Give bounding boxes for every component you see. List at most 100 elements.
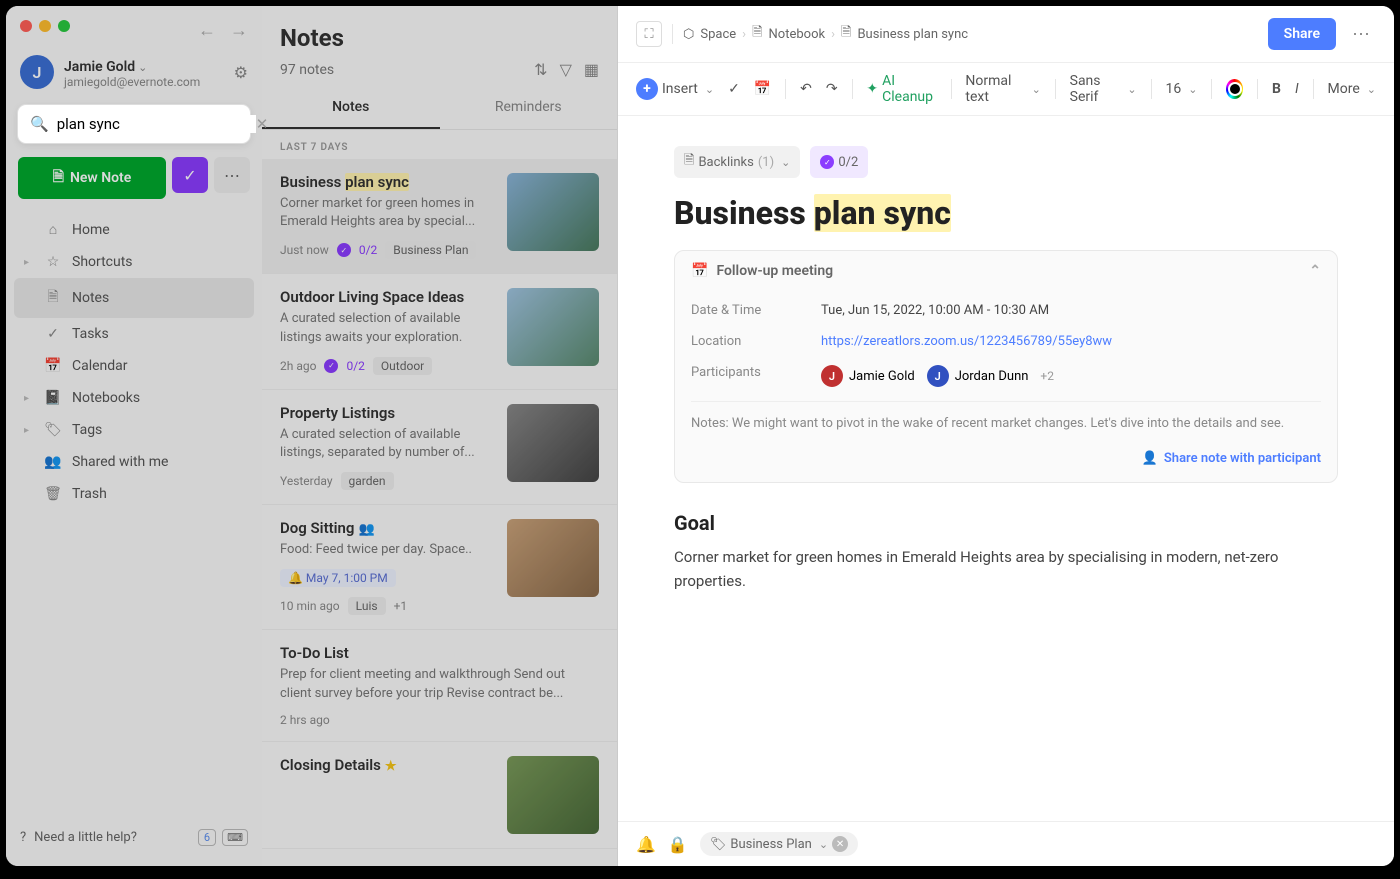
nav-back-icon[interactable]: ← <box>198 20 216 41</box>
bell-add-icon[interactable]: 🔔 <box>636 835 656 854</box>
gear-icon[interactable]: ⚙ <box>234 63 248 82</box>
sort-icon[interactable]: ⇅ <box>534 60 547 79</box>
sidebar-item-shortcuts[interactable]: ▸☆Shortcuts <box>14 246 254 278</box>
font-select[interactable]: Sans Serif ⌄ <box>1070 73 1137 105</box>
sidebar-item-shared-with-me[interactable]: 👥Shared with me <box>14 446 254 478</box>
note-title[interactable]: Business plan sync <box>674 194 1338 232</box>
help-badge: 6 <box>198 829 216 846</box>
new-note-button[interactable]: 🗎New Note <box>18 157 166 199</box>
note-icon: 🗎 <box>841 23 851 45</box>
date-label: Date & Time <box>691 303 821 318</box>
color-picker[interactable] <box>1226 79 1243 99</box>
user-name: Jamie Gold <box>64 59 135 75</box>
crumb-notebook[interactable]: Notebook <box>769 27 826 42</box>
participant[interactable]: JJordan Dunn <box>927 365 1029 387</box>
clear-icon[interactable]: ✕ <box>256 115 269 133</box>
help-link[interactable]: ? Need a little help? 6 ⌨ <box>6 819 262 856</box>
participants-label: Participants <box>691 365 821 387</box>
crumb-space[interactable]: Space <box>700 27 736 42</box>
size-select[interactable]: 16 ⌄ <box>1165 81 1197 97</box>
tag-chip[interactable]: 🏷 Business Plan ⌄ ✕ <box>700 832 858 856</box>
editor-footer: 🔔 🔒 🏷 Business Plan ⌄ ✕ <box>618 821 1394 866</box>
share-button[interactable]: Share <box>1268 18 1336 50</box>
more-button[interactable]: ⋯ <box>214 157 250 193</box>
cube-icon: ⬡ <box>683 27 694 42</box>
lock-add-icon[interactable]: 🔒 <box>668 835 688 854</box>
sidebar-item-notebooks[interactable]: ▸📓Notebooks <box>14 382 254 414</box>
bold-button[interactable]: B <box>1272 81 1281 97</box>
italic-button[interactable]: I <box>1295 81 1299 97</box>
avatar: J <box>20 55 54 89</box>
note-item[interactable]: To-Do ListPrep for client meeting and wa… <box>262 630 617 741</box>
meeting-notes: Notes: We might want to pivot in the wak… <box>691 401 1321 437</box>
note-item[interactable]: Closing Details★ <box>262 742 617 849</box>
note-item[interactable]: Property ListingsA curated selection of … <box>262 390 617 505</box>
remove-tag-icon[interactable]: ✕ <box>832 836 848 852</box>
tab-reminders[interactable]: Reminders <box>440 87 618 129</box>
note-plus-icon: 🗎 <box>53 166 64 190</box>
location-label: Location <box>691 334 821 349</box>
editor: ⛶ ⬡Space› 🗎Notebook› 🗎Business plan sync… <box>618 6 1394 866</box>
filter-icon[interactable]: ▽ <box>560 60 572 79</box>
task-icon[interactable]: ✓ <box>728 81 740 97</box>
calendar-icon[interactable]: 📅 <box>754 81 771 97</box>
sidebar-item-trash[interactable]: 🗑Trash <box>14 478 254 510</box>
close-window[interactable] <box>20 20 32 32</box>
sidebar-menu: ⌂Home▸☆Shortcuts🗎Notes✓Tasks📅Calendar▸📓N… <box>6 207 262 516</box>
meeting-card: 📅 Follow-up meeting ⌃ Date & TimeTue, Jun … <box>674 250 1338 483</box>
toolbar: +Insert ⌄ ✓ 📅 ↶ ↷ ✦ AI Cleanup Normal te… <box>618 63 1394 116</box>
sidebar-item-calendar[interactable]: 📅Calendar <box>14 350 254 382</box>
person-add-icon: 👤 <box>1142 451 1158 466</box>
date-value: Tue, Jun 15, 2022, 10:00 AM - 10:30 AM <box>821 303 1049 318</box>
window-controls: ← → <box>6 16 262 41</box>
sidebar-item-notes[interactable]: 🗎Notes <box>14 278 254 318</box>
tab-notes[interactable]: Notes <box>262 87 440 129</box>
participant[interactable]: JJamie Gold <box>821 365 915 387</box>
collapse-icon[interactable]: ⌃ <box>1309 263 1321 279</box>
calendar-small-icon: 📅 <box>691 263 708 279</box>
redo-icon[interactable]: ↷ <box>826 81 838 97</box>
participants-more[interactable]: +2 <box>1040 369 1054 383</box>
undo-icon[interactable]: ↶ <box>800 81 812 97</box>
note-item[interactable]: Dog Sitting👥Food: Feed twice per day. Sp… <box>262 505 617 630</box>
notebook-icon: 🗎 <box>752 23 762 45</box>
more-format-button[interactable]: More ⌄ <box>1328 81 1376 97</box>
sidebar-item-tags[interactable]: ▸🏷Tags <box>14 414 254 446</box>
search-box[interactable]: 🔍 ✕ <box>18 105 250 143</box>
more-menu-icon[interactable]: ⋯ <box>1346 24 1376 45</box>
task-quick-button[interactable]: ✓ <box>172 157 208 193</box>
task-chip[interactable]: ✓ 0/2 <box>810 146 868 178</box>
breadcrumb: ⬡Space› 🗎Notebook› 🗎Business plan sync <box>683 23 968 45</box>
note-item[interactable]: Business plan syncCorner market for gree… <box>262 159 617 274</box>
goal-text[interactable]: Corner market for green homes in Emerald… <box>674 545 1338 593</box>
nav-forward-icon[interactable]: → <box>230 20 248 41</box>
maximize-window[interactable] <box>58 20 70 32</box>
sidebar-item-home[interactable]: ⌂Home <box>14 213 254 246</box>
sidebar-item-tasks[interactable]: ✓Tasks <box>14 318 254 350</box>
insert-button[interactable]: +Insert ⌄ <box>636 78 714 100</box>
search-input[interactable] <box>57 115 256 133</box>
style-select[interactable]: Normal text ⌄ <box>965 73 1040 105</box>
view-icon[interactable]: ▦ <box>584 60 599 79</box>
help-icon: ? <box>20 830 26 845</box>
list-tabs: Notes Reminders <box>262 87 617 130</box>
search-icon: 🔍 <box>30 115 49 133</box>
sidebar: ← → J Jamie Gold⌄ jamiegold@evernote.com… <box>6 6 262 866</box>
crumb-note[interactable]: Business plan sync <box>857 27 968 42</box>
chevron-down-icon: ⌄ <box>138 61 147 74</box>
note-item[interactable]: Outdoor Living Space IdeasA curated sele… <box>262 274 617 389</box>
share-participants-link[interactable]: 👤Share note with participant <box>1142 451 1321 466</box>
goal-heading: Goal <box>674 511 1338 535</box>
location-link[interactable]: https://zereatlors.zoom.us/1223456789/55… <box>821 334 1112 349</box>
ai-cleanup-button[interactable]: ✦ AI Cleanup <box>866 73 936 105</box>
notes-panel: Notes 97 notes ⇅ ▽ ▦ Notes Reminders LAS… <box>262 6 618 866</box>
meeting-title: Follow-up meeting <box>716 263 833 279</box>
section-header: LAST 7 DAYS <box>262 130 617 159</box>
keyboard-icon[interactable]: ⌨ <box>222 829 248 846</box>
user-menu[interactable]: J Jamie Gold⌄ jamiegold@evernote.com ⚙ <box>6 41 262 99</box>
minimize-window[interactable] <box>39 20 51 32</box>
note-count: 97 notes <box>280 62 334 78</box>
panel-title: Notes <box>280 24 599 52</box>
expand-icon[interactable]: ⛶ <box>636 21 662 47</box>
backlinks-chip[interactable]: 🗎 Backlinks (1) ⌄ <box>674 146 800 178</box>
